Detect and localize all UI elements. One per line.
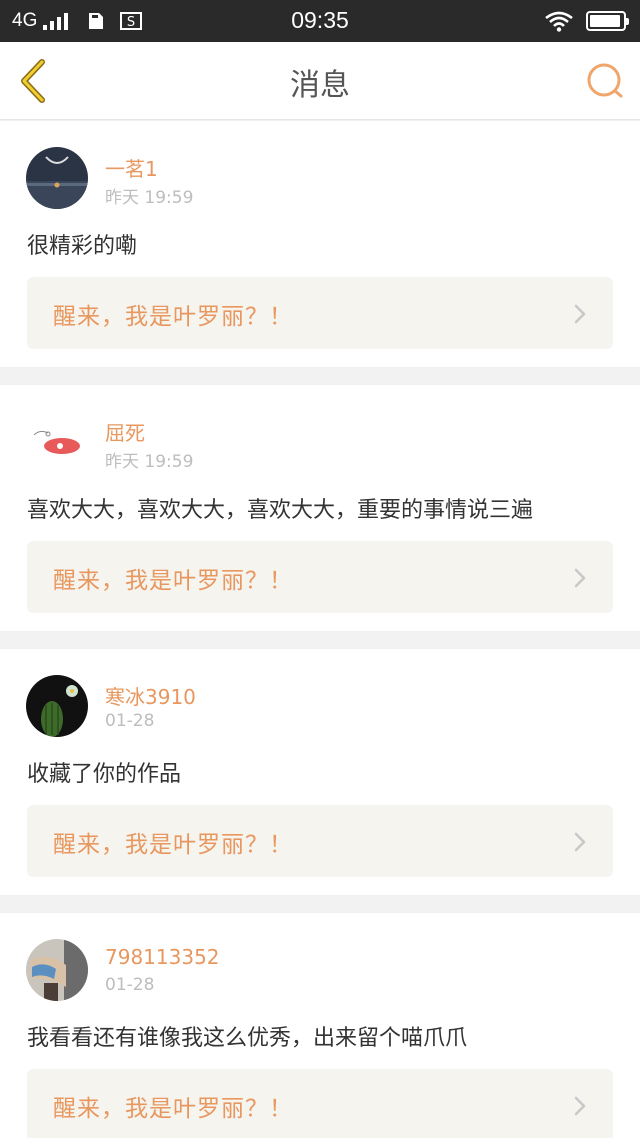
search-icon[interactable] bbox=[584, 60, 626, 102]
timestamp: 昨天 19:59 bbox=[105, 452, 194, 472]
status-right bbox=[544, 10, 629, 32]
message-card: 一茗1 昨天 19:59 很精彩的嘞 醒来，我是叶罗丽？！ bbox=[0, 121, 640, 367]
chevron-right-icon bbox=[574, 832, 586, 852]
message-text: 很精彩的嘞 bbox=[27, 234, 138, 259]
message-text: 收藏了你的作品 bbox=[27, 762, 182, 787]
battery-level bbox=[590, 15, 621, 27]
chevron-right-icon bbox=[574, 1096, 586, 1116]
message-card: 798113352 01-28 我看看还有谁像我这么优秀，出来留个喵爪爪 醒来，… bbox=[0, 913, 640, 1138]
work-title: 醒来，我是叶罗丽？！ bbox=[53, 568, 293, 594]
username[interactable]: 寒冰3910 bbox=[105, 681, 196, 710]
work-title: 醒来，我是叶罗丽？！ bbox=[53, 304, 293, 330]
work-link[interactable]: 醒来，我是叶罗丽？！ bbox=[27, 277, 613, 349]
timestamp: 昨天 19:59 bbox=[105, 188, 194, 208]
avatar[interactable] bbox=[26, 939, 88, 1001]
page-title: 消息 bbox=[290, 68, 350, 103]
username[interactable]: 一茗1 bbox=[105, 153, 158, 182]
username[interactable]: 屈死 bbox=[105, 417, 145, 446]
timestamp: 01-28 bbox=[105, 975, 155, 995]
message-text: 我看看还有谁像我这么优秀，出来留个喵爪爪 bbox=[27, 1026, 468, 1051]
work-link[interactable]: 醒来，我是叶罗丽？！ bbox=[27, 805, 613, 877]
work-title: 醒来，我是叶罗丽？！ bbox=[53, 1096, 293, 1122]
username[interactable]: 798113352 bbox=[105, 945, 220, 969]
avatar[interactable] bbox=[26, 411, 88, 473]
avatar[interactable] bbox=[26, 675, 88, 737]
work-link[interactable]: 醒来，我是叶罗丽？！ bbox=[27, 541, 613, 613]
nav-bar: 消息 bbox=[0, 42, 640, 120]
work-link[interactable]: 醒来，我是叶罗丽？！ bbox=[27, 1069, 613, 1138]
message-card: 屈死 昨天 19:59 喜欢大大，喜欢大大，喜欢大大，重要的事情说三遍 醒来，我… bbox=[0, 385, 640, 631]
message-text: 喜欢大大，喜欢大大，喜欢大大，重要的事情说三遍 bbox=[27, 498, 534, 523]
wifi-icon bbox=[545, 11, 573, 32]
timestamp: 01-28 bbox=[105, 711, 155, 731]
work-title: 醒来，我是叶罗丽？！ bbox=[53, 832, 293, 858]
avatar[interactable] bbox=[26, 147, 88, 209]
battery-icon bbox=[586, 11, 629, 31]
message-card: 寒冰3910 01-28 收藏了你的作品 醒来，我是叶罗丽？！ bbox=[0, 649, 640, 895]
status-bar: 4G S 09:35 bbox=[0, 0, 640, 42]
chevron-right-icon bbox=[574, 568, 586, 588]
chevron-right-icon bbox=[574, 304, 586, 324]
